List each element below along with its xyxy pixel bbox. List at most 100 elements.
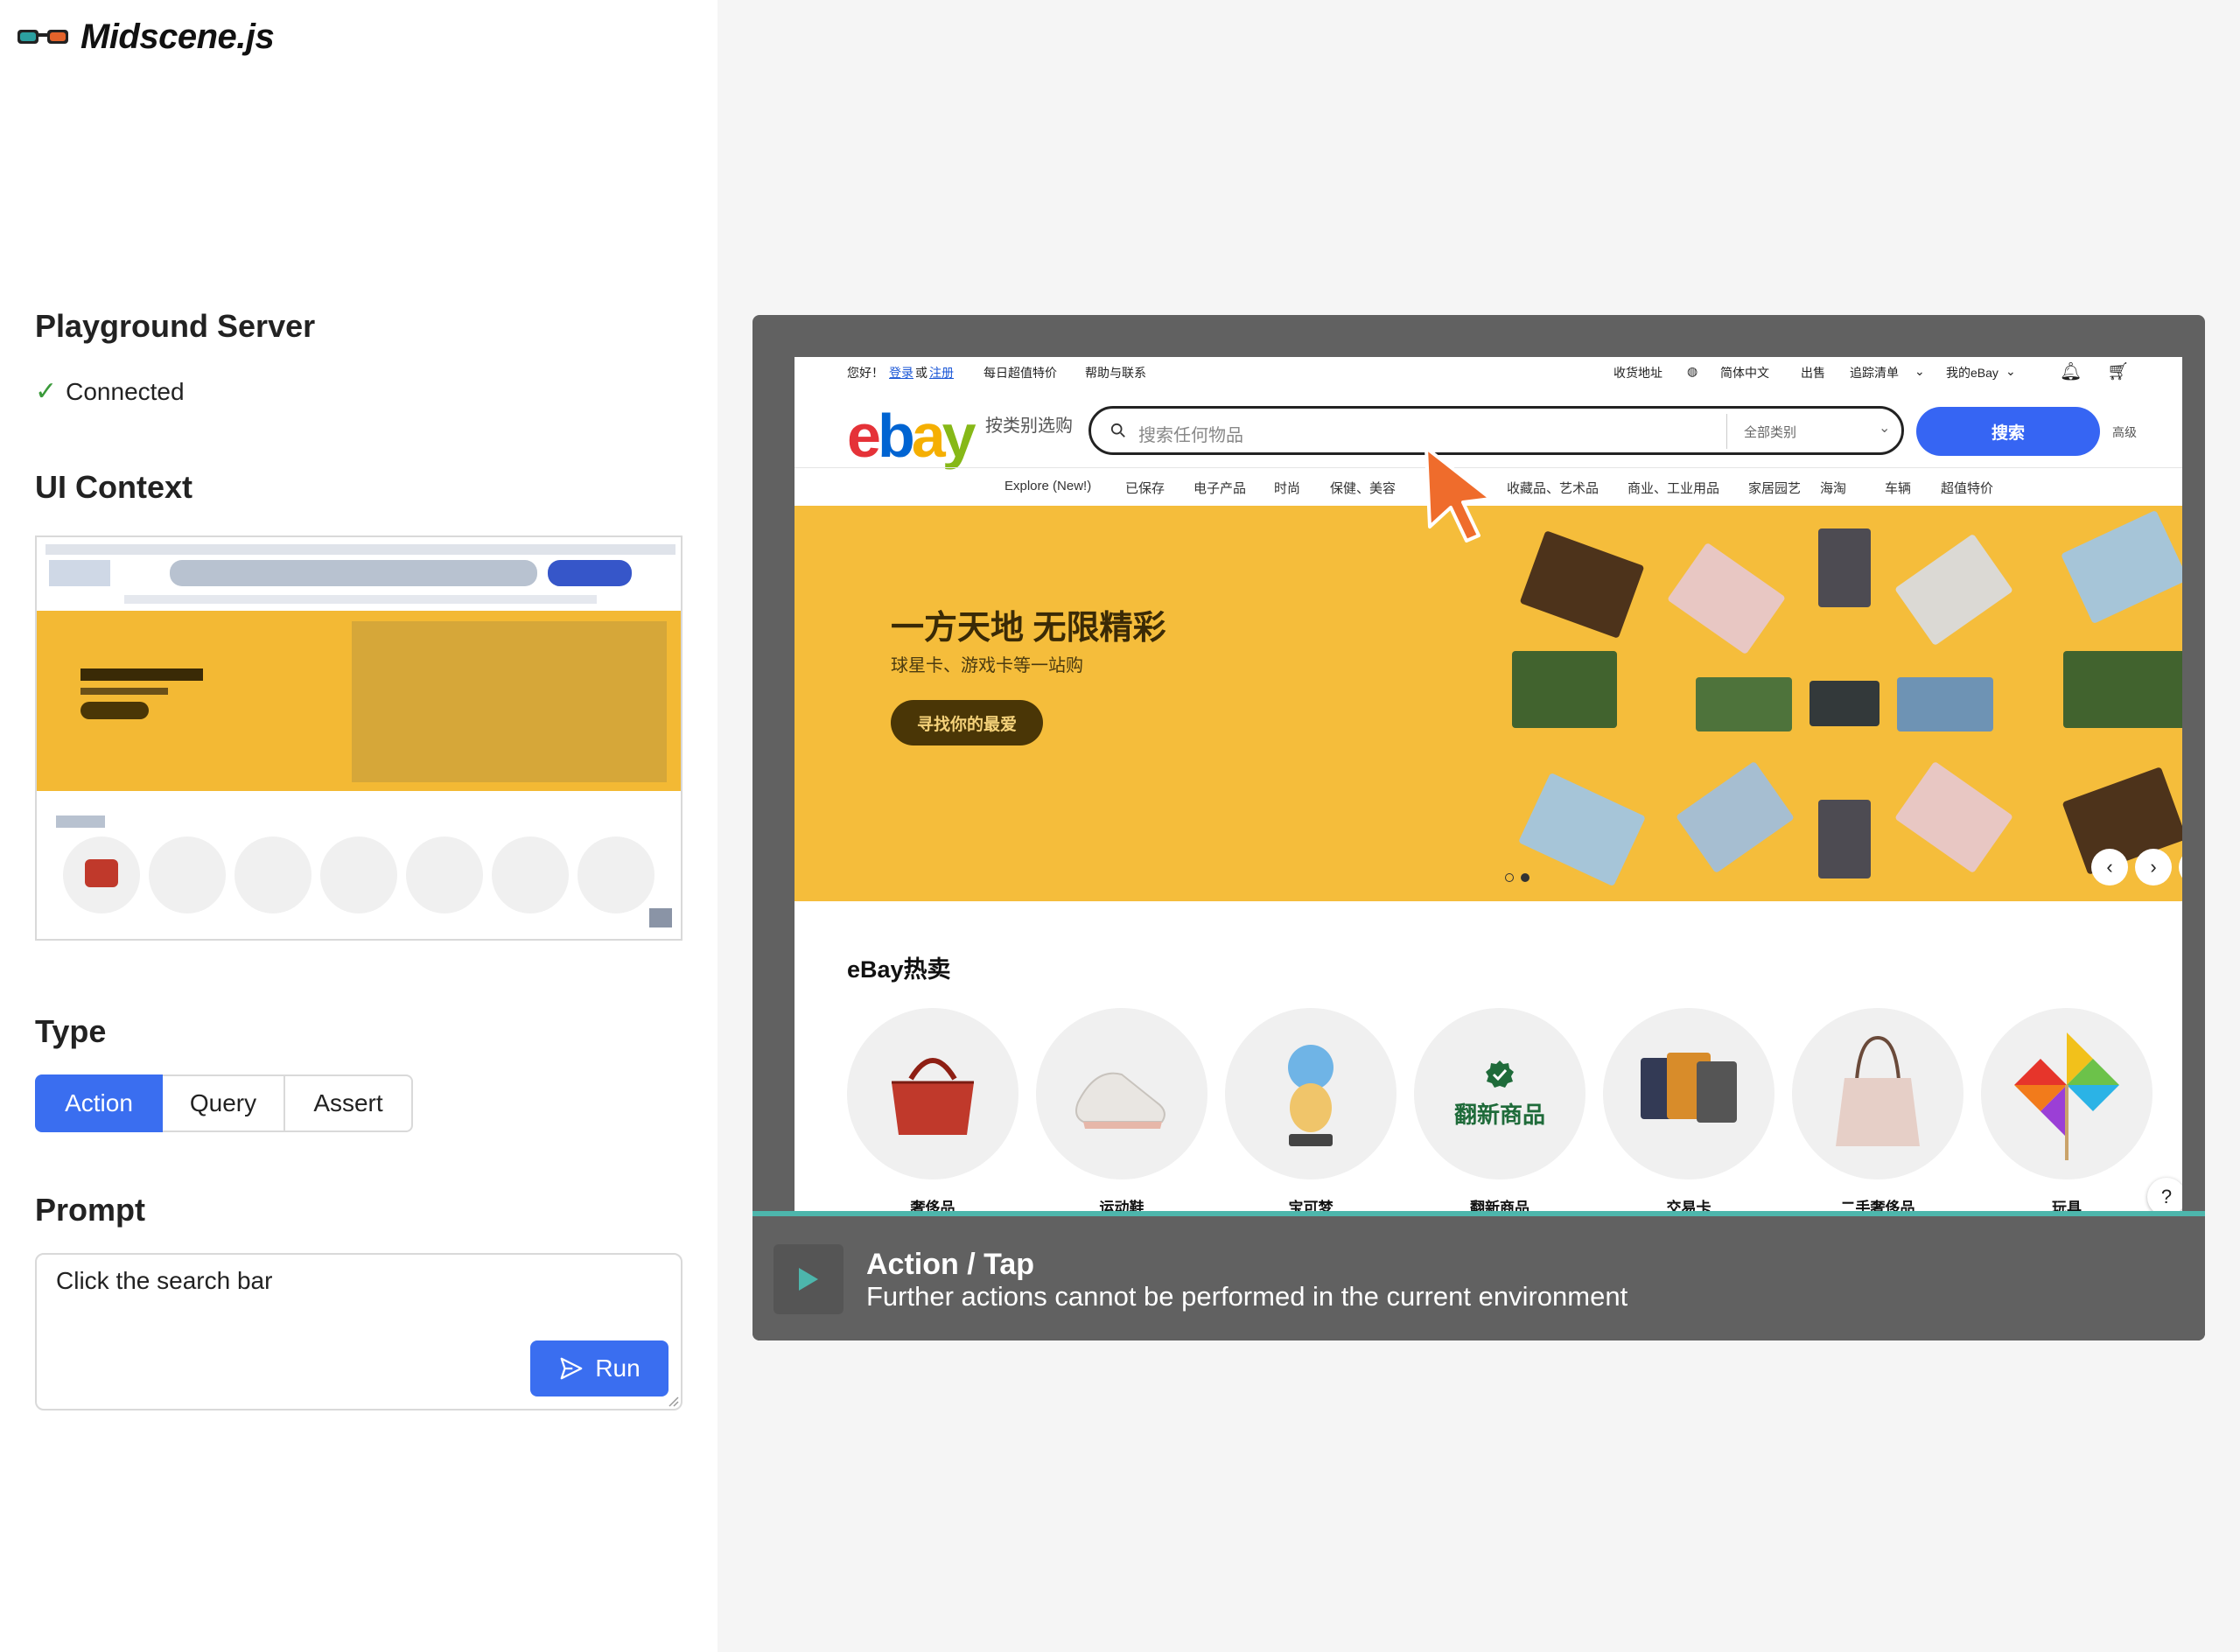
- carousel-next-icon[interactable]: ›: [2135, 849, 2172, 886]
- play-button[interactable]: [774, 1244, 844, 1314]
- register-link[interactable]: 注册: [929, 364, 954, 382]
- search-placeholder: 搜索任何物品: [1138, 426, 1243, 445]
- search-icon: [1110, 423, 1125, 438]
- hot-item-label: 二手奢侈品: [1840, 1200, 1915, 1211]
- hero-subtitle: 球星卡、游戏卡等一站购: [891, 656, 1083, 676]
- chevron-down-icon: ⌄: [1914, 364, 1925, 378]
- category-select[interactable]: 全部类别: [1744, 423, 1796, 441]
- daily-deals-link[interactable]: 每日超值特价: [984, 364, 1057, 382]
- login-link[interactable]: 登录: [889, 364, 914, 382]
- nav-item[interactable]: 时尚: [1274, 479, 1300, 497]
- server-heading: Playground Server: [35, 308, 316, 344]
- hero-title: 一方天地 无限精彩: [891, 610, 1166, 647]
- pokemon-figure-icon: [1288, 1045, 1334, 1146]
- hot-items-heading: eBay热卖: [847, 956, 951, 983]
- carousel-dot[interactable]: [1505, 873, 1514, 882]
- pinwheel-image: [1981, 1008, 2152, 1180]
- ebay-logo-y: y: [942, 402, 976, 470]
- nav-item[interactable]: 海淘: [1820, 479, 1846, 497]
- handbag-image: [847, 1008, 1018, 1180]
- type-assert-button[interactable]: Assert: [285, 1074, 413, 1132]
- ui-context-preview-image: [37, 537, 681, 939]
- shop-by-category[interactable]: 按类别选购: [985, 411, 1073, 437]
- cart-icon[interactable]: 🛒︎: [2107, 360, 2129, 382]
- hero-banner: 一方天地 无限精彩 球星卡、游戏卡等一站购 寻找你的最爱 ‹ ›: [794, 506, 2182, 901]
- play-icon: [799, 1268, 818, 1291]
- ebay-page: 您好！ 登录 或 注册 每日超值特价 帮助与联系 收货地址 ◍ 简体中文 出售 …: [794, 357, 2182, 1211]
- carousel-dot[interactable]: [1521, 873, 1530, 882]
- nav-item[interactable]: 家居园艺: [1748, 479, 1801, 497]
- tote-bag-icon: [1836, 1035, 1920, 1146]
- action-description: Further actions cannot be performed in t…: [866, 1281, 1628, 1312]
- language-link[interactable]: 简体中文: [1720, 364, 1769, 382]
- help-link[interactable]: 帮助与联系: [1085, 364, 1146, 382]
- ui-context-thumbnail: [35, 536, 682, 941]
- type-heading: Type: [35, 1013, 107, 1049]
- ebay-logo-b: b: [877, 402, 915, 470]
- advanced-search-link[interactable]: 高级: [2112, 424, 2137, 441]
- ui-context-heading: UI Context: [35, 469, 192, 505]
- prompt-input[interactable]: Click the search bar Run: [35, 1253, 682, 1410]
- hot-item[interactable]: 宝可梦: [1225, 1008, 1396, 1211]
- nav-item[interactable]: 保健、美容: [1330, 479, 1396, 497]
- hot-item[interactable]: 翻新商品 翻新商品: [1414, 1008, 1586, 1211]
- trading-card-image: [1603, 1008, 1774, 1180]
- device-screen: 您好！ 登录 或 注册 每日超值特价 帮助与联系 收货地址 ◍ 简体中文 出售 …: [774, 336, 2182, 1211]
- ebay-logo-e: e: [847, 402, 881, 470]
- sneaker-image: [1036, 1008, 1208, 1180]
- nav-item[interactable]: Explore (New!): [1004, 479, 1091, 494]
- verified-badge-icon: [1486, 1060, 1514, 1088]
- glasses-icon: [18, 29, 68, 44]
- app-logo: Midscene.js: [16, 18, 275, 57]
- ship-to-link[interactable]: 收货地址: [1614, 364, 1662, 382]
- hot-item-label: 宝可梦: [1288, 1200, 1334, 1211]
- globe-icon: ◍: [1687, 364, 1698, 378]
- type-action-button[interactable]: Action: [35, 1074, 163, 1132]
- run-button[interactable]: Run: [530, 1340, 668, 1396]
- refurbished-badge-text: 翻新商品: [1453, 1101, 1545, 1128]
- type-query-button[interactable]: Query: [163, 1074, 285, 1132]
- carousel-dots: [1505, 873, 1530, 882]
- hot-item[interactable]: 玩具: [1981, 1008, 2152, 1211]
- nav-item[interactable]: 车辆: [1885, 479, 1911, 497]
- carousel-prev-icon[interactable]: ‹: [2091, 849, 2128, 886]
- hot-item[interactable]: 运动鞋: [1036, 1008, 1208, 1211]
- server-status-text: Connected: [66, 377, 185, 405]
- bell-icon[interactable]: 🔔︎: [2060, 360, 2082, 382]
- action-title: Action / Tap: [866, 1248, 1035, 1281]
- pokemon-figure-image: [1225, 1008, 1396, 1180]
- nav-item[interactable]: 收藏品、艺术品: [1507, 479, 1599, 497]
- hot-item-label: 奢侈品: [910, 1200, 956, 1211]
- ebay-logo-a: a: [911, 402, 946, 470]
- type-selector: Action Query Assert: [35, 1074, 413, 1132]
- hero-cta-button[interactable]: 寻找你的最爱: [891, 700, 1043, 746]
- check-icon: ✓: [35, 377, 58, 406]
- hot-item[interactable]: 交易卡: [1603, 1008, 1774, 1211]
- ebay-logo[interactable]: ebay: [847, 401, 976, 471]
- sell-link[interactable]: 出售: [1801, 364, 1825, 382]
- hot-item[interactable]: 奢侈品: [847, 1008, 1018, 1211]
- pinwheel-icon: [2014, 1032, 2119, 1160]
- resize-handle-icon[interactable]: [667, 1395, 679, 1407]
- tote-bag-image: [1792, 1008, 1964, 1180]
- hot-item-label: 翻新商品: [1470, 1200, 1530, 1211]
- tap-cursor-icon: [1424, 446, 1493, 542]
- ebay-search-button[interactable]: 搜索: [1916, 407, 2100, 456]
- my-ebay-link[interactable]: 我的eBay: [1946, 364, 1998, 382]
- prompt-heading: Prompt: [35, 1192, 145, 1228]
- nav-item[interactable]: 超值特价: [1941, 479, 1993, 497]
- nav-item[interactable]: 商业、工业用品: [1628, 479, 1719, 497]
- hot-item[interactable]: 二手奢侈品: [1792, 1008, 1964, 1211]
- action-bar: Action / Tap Further actions cannot be p…: [752, 1216, 2205, 1340]
- run-label: Run: [595, 1354, 640, 1382]
- nav-item[interactable]: 已保存: [1125, 479, 1165, 497]
- trading-card-icon: [1641, 1053, 1737, 1123]
- nav-item[interactable]: 电子产品: [1194, 479, 1246, 497]
- app-name: Midscene.js: [80, 18, 275, 56]
- hot-item-label: 运动鞋: [1099, 1200, 1144, 1211]
- help-button[interactable]: ?: [2147, 1178, 2182, 1211]
- server-status: ✓ Connected: [35, 376, 185, 407]
- watchlist-link[interactable]: 追踪清单: [1850, 364, 1899, 382]
- screenshot-viewer: 您好！ 登录 或 注册 每日超值特价 帮助与联系 收货地址 ◍ 简体中文 出售 …: [752, 315, 2205, 1340]
- prompt-text[interactable]: Click the search bar: [56, 1267, 272, 1295]
